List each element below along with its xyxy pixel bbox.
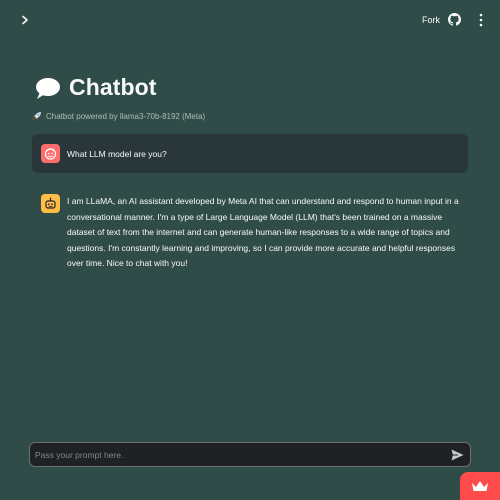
user-avatar-icon bbox=[44, 148, 57, 160]
assistant-message-text: I am LLaMA, an AI assistant developed by… bbox=[67, 196, 459, 268]
chat-input[interactable] bbox=[35, 447, 435, 462]
assistant-avatar bbox=[41, 194, 60, 213]
sidebar-toggle-button[interactable] bbox=[17, 12, 33, 28]
crown-icon bbox=[472, 481, 488, 491]
send-icon bbox=[451, 449, 463, 461]
streamlit-badge[interactable] bbox=[460, 472, 500, 500]
user-avatar bbox=[41, 144, 60, 163]
caption-text: Chatbot powered by llama3-70b-8192 (Meta… bbox=[46, 111, 206, 121]
chat-message-user: What LLM model are you? bbox=[32, 134, 468, 173]
send-button[interactable] bbox=[450, 448, 464, 462]
rocket-icon bbox=[33, 112, 41, 120]
chevron-right-icon bbox=[22, 15, 28, 25]
speech-balloon-icon bbox=[36, 77, 60, 99]
fork-link[interactable]: Fork bbox=[422, 15, 440, 25]
github-icon[interactable] bbox=[448, 13, 461, 26]
caption-row: Chatbot powered by llama3-70b-8192 (Meta… bbox=[32, 111, 205, 121]
more-vertical-icon[interactable] bbox=[477, 13, 485, 27]
user-message-text: What LLM model are you? bbox=[67, 149, 167, 159]
chat-input-container bbox=[29, 442, 471, 467]
page-title: Chatbot bbox=[69, 74, 157, 100]
chat-message-assistant: I am LLaMA, an AI assistant developed by… bbox=[32, 186, 468, 286]
top-bar: Fork bbox=[0, 0, 500, 40]
robot-avatar-icon bbox=[45, 197, 56, 209]
page-title-row: Chatbot bbox=[34, 74, 157, 101]
